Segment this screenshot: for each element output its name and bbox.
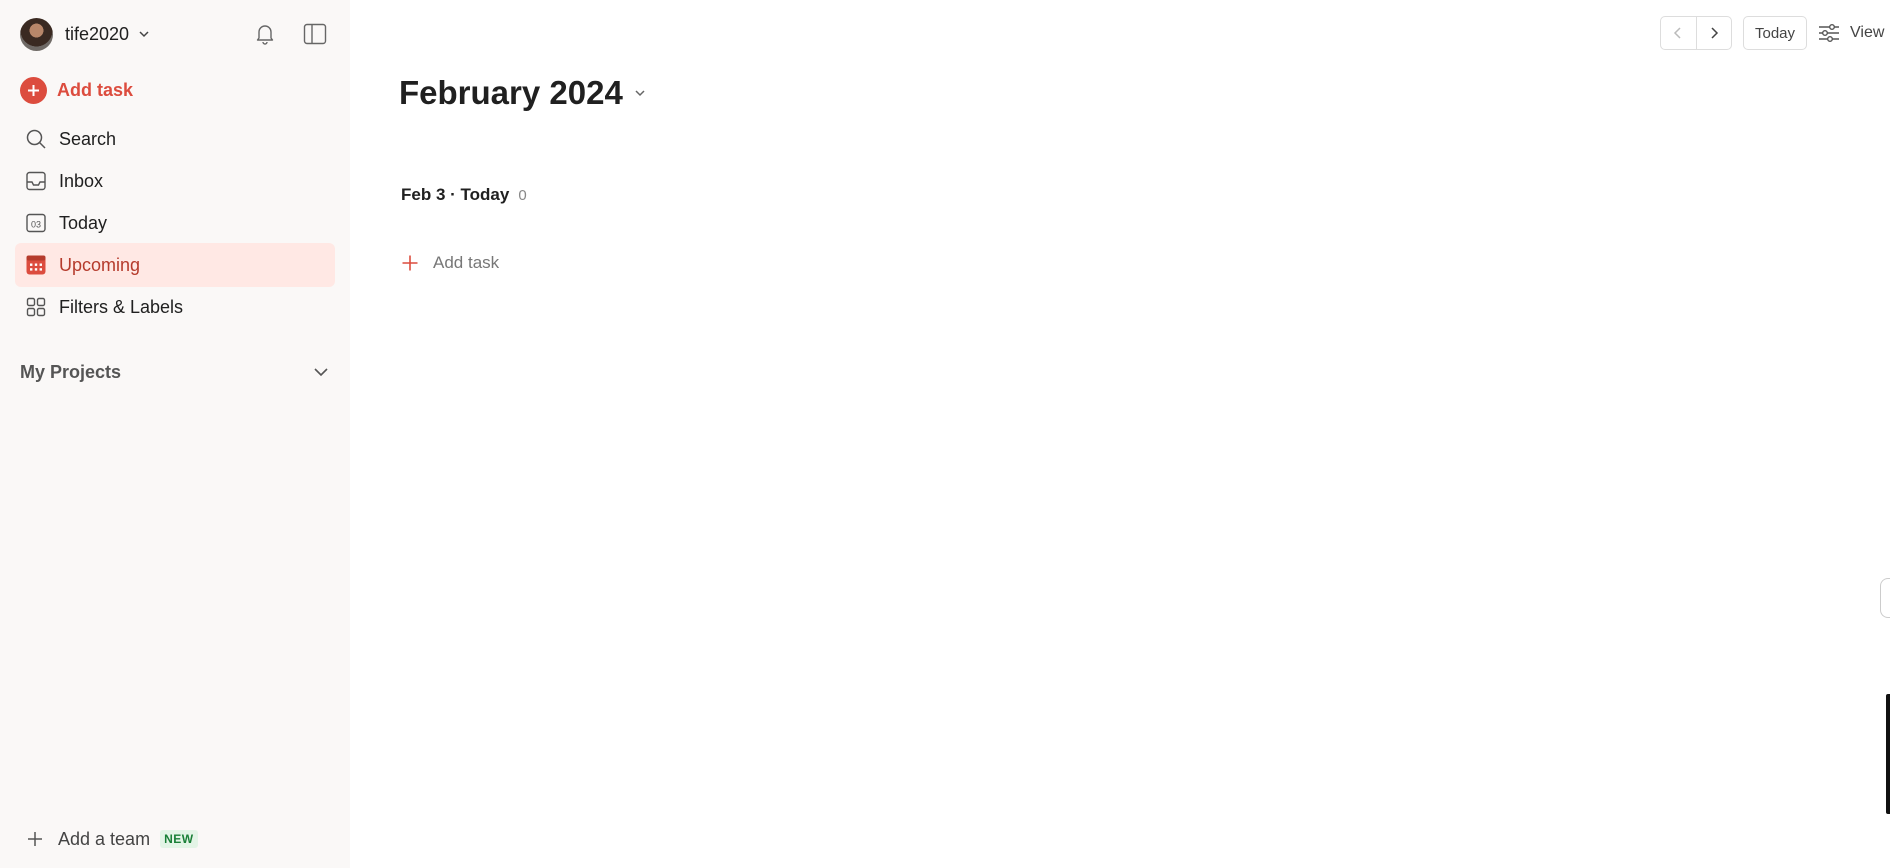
sidebar: tife2020 Add task Search Inbox 03 Today (0, 0, 350, 868)
sidebar-toggle-icon (303, 23, 327, 45)
avatar (20, 17, 53, 51)
user-menu-button[interactable]: tife2020 (20, 17, 151, 51)
date-navigation (1660, 16, 1732, 50)
chevron-down-icon[interactable] (312, 363, 330, 381)
today-button[interactable]: Today (1743, 16, 1807, 50)
view-button[interactable]: View (1818, 16, 1884, 50)
sidebar-item-today[interactable]: 03 Today (15, 201, 335, 245)
toggle-sidebar-button[interactable] (299, 18, 331, 50)
grid-icon (25, 296, 47, 318)
add-team-button[interactable]: Add a team NEW (26, 825, 198, 853)
bell-icon (256, 25, 274, 45)
add-task-button[interactable]: Add task (20, 76, 133, 104)
username: tife2020 (65, 23, 130, 44)
chevron-left-icon (1674, 27, 1681, 39)
day-section-header: Feb 3 · Today 0 (401, 185, 527, 205)
side-panel-handle[interactable] (1880, 578, 1890, 618)
my-projects-label: My Projects (20, 361, 122, 382)
sidebar-item-inbox[interactable]: Inbox (15, 159, 335, 203)
sidebar-item-label: Search (59, 128, 117, 149)
calendar-today-icon: 03 (25, 212, 47, 234)
sidebar-item-label: Inbox (59, 170, 104, 191)
previous-week-button[interactable] (1661, 17, 1696, 49)
add-task-label: Add task (57, 79, 134, 100)
plus-icon (402, 255, 418, 271)
main-content: Today View February 2024 Feb 3 · Today 0… (350, 0, 1890, 868)
new-badge: NEW (160, 830, 198, 848)
sidebar-item-upcoming[interactable]: Upcoming (15, 243, 335, 287)
page-title: February 2024 (399, 74, 623, 111)
chevron-down-icon (635, 90, 645, 97)
add-task-inline-button[interactable]: Add task (401, 253, 499, 273)
sidebar-item-filters-labels[interactable]: Filters & Labels (15, 285, 335, 329)
task-count: 0 (518, 187, 527, 204)
sidebar-item-label: Filters & Labels (59, 296, 184, 317)
add-task-label: Add task (433, 253, 500, 272)
sidebar-item-search[interactable]: Search (15, 117, 335, 161)
plus-circle-icon (20, 76, 47, 104)
calendar-day-number: 03 (31, 220, 41, 230)
plus-icon (28, 832, 42, 846)
day-label: Feb 3 · Today (401, 185, 510, 204)
scrollbar[interactable] (1886, 694, 1890, 814)
search-icon (25, 128, 47, 150)
sidebar-item-label: Today (59, 212, 108, 233)
next-week-button[interactable] (1695, 17, 1732, 49)
sliders-icon (1819, 24, 1839, 42)
chevron-right-icon (1711, 27, 1718, 39)
sidebar-item-label: Upcoming (59, 254, 141, 275)
calendar-upcoming-icon (25, 254, 47, 276)
add-team-label: Add a team (58, 828, 151, 849)
notifications-button[interactable] (249, 18, 281, 50)
chevron-down-icon (139, 31, 149, 38)
my-projects-header[interactable]: My Projects (20, 358, 330, 386)
view-label: View (1850, 24, 1885, 41)
inbox-icon (25, 170, 47, 192)
month-picker[interactable]: February 2024 (399, 74, 647, 112)
